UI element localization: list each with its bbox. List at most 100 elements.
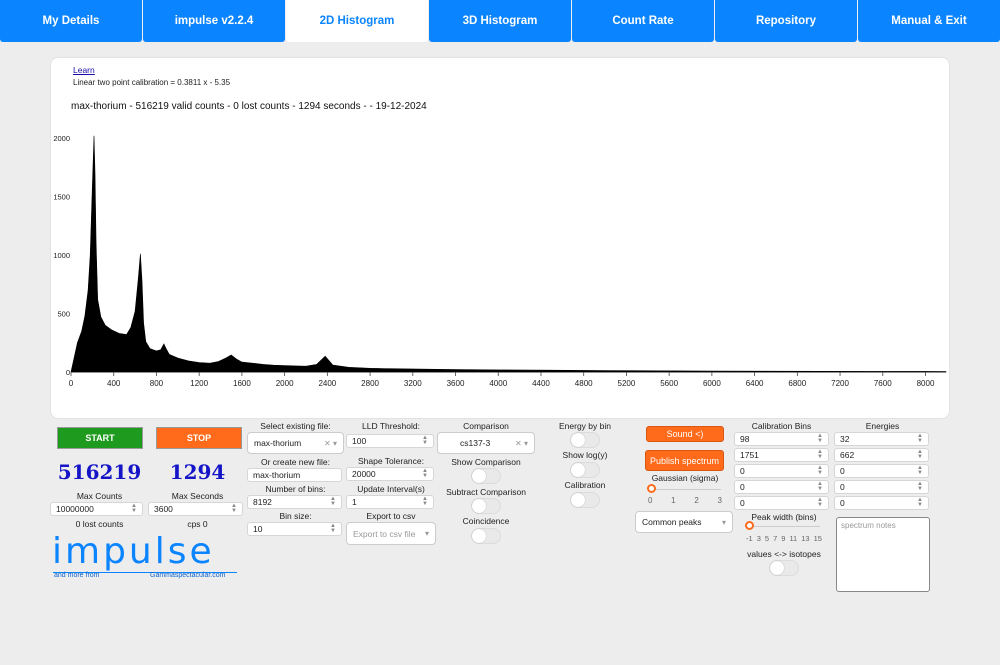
stepper-icon[interactable]: ▲ ▼ — [330, 496, 336, 507]
peak-width-ticks: -1 3 5 7 9 11 13 15 — [746, 534, 822, 543]
x-tick-label: 4000 — [489, 379, 507, 388]
common-peaks-value: Common peaks — [642, 517, 702, 527]
start-button[interactable]: START — [57, 427, 143, 449]
calibration-bin-input[interactable]: 1751 ▲ ▼ — [734, 448, 829, 462]
energy-input[interactable]: 0 ▲ ▼ — [834, 496, 929, 510]
cps-label: cps 0 — [187, 519, 208, 529]
tab-manual-exit[interactable]: Manual & Exit — [858, 0, 1000, 42]
tab-impulse-version[interactable]: impulse v2.2.4 — [143, 0, 285, 42]
stepper-icon[interactable]: ▲ ▼ — [422, 496, 428, 507]
stepper-icon[interactable]: ▲ ▼ — [231, 503, 237, 514]
coincidence-toggle[interactable] — [471, 528, 501, 544]
peak-width-slider-handle[interactable] — [745, 521, 754, 530]
common-peaks-dropdown[interactable]: Common peaks ▾ — [635, 511, 733, 533]
x-tick-label: 4400 — [532, 379, 550, 388]
max-counts-input[interactable]: 10000000 ▲ ▼ — [50, 502, 143, 516]
logo-subtitle-right[interactable]: Gammaspectacular.com — [150, 572, 225, 579]
stepper-icon[interactable]: ▲ ▼ — [817, 449, 823, 460]
calibration-bin-input[interactable]: 0 ▲ ▼ — [734, 496, 829, 510]
stepper-icon[interactable]: ▲ ▼ — [817, 497, 823, 508]
show-log-toggle[interactable] — [570, 462, 600, 478]
impulse-logo: impulse — [52, 531, 215, 572]
gaussian-sigma-label: Gaussian (sigma) — [651, 473, 719, 483]
stepper-icon[interactable]: ▲ ▼ — [422, 468, 428, 479]
max-counts-label: Max Counts — [76, 491, 123, 501]
tab-repository[interactable]: Repository — [715, 0, 857, 42]
calibration-toggle[interactable] — [570, 492, 600, 508]
x-tick-label: 2800 — [361, 379, 379, 388]
histogram-plot[interactable]: 0 400 800 1200 1600 2000 2400 2800 3200 3600 4000 4… — [51, 118, 951, 420]
show-comparison-label: Show Comparison — [451, 457, 521, 467]
calibration-bin-value: 98 — [740, 434, 750, 444]
new-file-value: max-thorium — [253, 470, 301, 480]
x-tick-label: 5600 — [660, 379, 678, 388]
shape-tolerance-input[interactable]: 20000 ▲ ▼ — [346, 467, 434, 481]
sound-button[interactable]: Sound <) — [646, 426, 724, 442]
stepper-icon[interactable]: ▲ ▼ — [917, 433, 923, 444]
update-interval-input[interactable]: 1 ▲ ▼ — [346, 495, 434, 509]
x-tick-label: 400 — [107, 379, 121, 388]
update-interval-label: Update Interval(s) — [357, 484, 425, 494]
peak-width-tick: 5 — [764, 534, 770, 543]
calibration-bin-input[interactable]: 0 ▲ ▼ — [734, 480, 829, 494]
stepper-icon[interactable]: ▲ ▼ — [422, 435, 428, 446]
tab-3d-histogram[interactable]: 3D Histogram — [429, 0, 571, 42]
number-of-bins-label: Number of bins: — [265, 484, 326, 494]
calibration-bin-value: 1751 — [740, 450, 759, 460]
stepper-icon[interactable]: ▲ ▼ — [817, 433, 823, 444]
subtract-comparison-toggle[interactable] — [471, 498, 501, 514]
energy-input[interactable]: 0 ▲ ▼ — [834, 464, 929, 478]
elapsed-seconds-display: 1294 — [169, 460, 226, 484]
stepper-icon[interactable]: ▲ ▼ — [917, 497, 923, 508]
clear-and-chevron-icon[interactable]: ✕ ▾ — [324, 439, 337, 448]
shape-tolerance-value: 20000 — [352, 469, 376, 479]
energy-by-bin-toggle[interactable] — [570, 432, 600, 448]
max-seconds-input[interactable]: 3600 ▲ ▼ — [148, 502, 243, 516]
show-log-label: Show log(y) — [562, 450, 608, 460]
stepper-icon[interactable]: ▲ ▼ — [131, 503, 137, 514]
bin-size-value: 10 — [253, 524, 263, 534]
gaussian-tick: 0 — [648, 496, 653, 505]
stepper-icon[interactable]: ▲ ▼ — [817, 465, 823, 476]
bin-size-input[interactable]: 10 ▲ ▼ — [247, 522, 342, 536]
tab-count-rate[interactable]: Count Rate — [572, 0, 714, 42]
energy-by-bin-label: Energy by bin — [559, 421, 611, 431]
tab-2d-histogram[interactable]: 2D Histogram — [286, 0, 428, 42]
stepper-icon[interactable]: ▲ ▼ — [917, 481, 923, 492]
stepper-icon[interactable]: ▲ ▼ — [917, 449, 923, 460]
new-file-input[interactable]: max-thorium — [247, 468, 342, 482]
lld-threshold-input[interactable]: 100 ▲ ▼ — [346, 434, 434, 448]
calibration-bin-value: 0 — [740, 482, 745, 492]
spectrum-notes-textarea[interactable]: spectrum notes — [836, 517, 930, 592]
energy-input[interactable]: 0 ▲ ▼ — [834, 480, 929, 494]
calibration-bin-input[interactable]: 98 ▲ ▼ — [734, 432, 829, 446]
stepper-icon[interactable]: ▲ ▼ — [817, 481, 823, 492]
number-of-bins-input[interactable]: 8192 ▲ ▼ — [247, 495, 342, 509]
energy-value: 662 — [840, 450, 855, 460]
stop-button[interactable]: STOP — [156, 427, 242, 449]
export-csv-dropdown[interactable]: Export to csv file ▾ — [346, 522, 436, 545]
gaussian-slider-track[interactable] — [651, 489, 721, 490]
calibration-bin-input[interactable]: 0 ▲ ▼ — [734, 464, 829, 478]
select-file-dropdown[interactable]: max-thorium ✕ ▾ — [247, 432, 344, 454]
energy-input[interactable]: 32 ▲ ▼ — [834, 432, 929, 446]
comparison-value: cs137-3 — [460, 438, 491, 448]
energy-input[interactable]: 662 ▲ ▼ — [834, 448, 929, 462]
learn-link[interactable]: Learn — [73, 65, 95, 75]
bin-size-label: Bin size: — [279, 511, 312, 521]
stepper-icon[interactable]: ▲ ▼ — [330, 523, 336, 534]
chevron-down-icon[interactable]: ▾ — [425, 529, 429, 538]
comparison-dropdown[interactable]: cs137-3 ✕ ▾ — [437, 432, 535, 454]
show-comparison-toggle[interactable] — [471, 468, 501, 484]
tab-my-details[interactable]: My Details — [0, 0, 142, 42]
select-file-label: Select existing file: — [260, 421, 331, 431]
stepper-icon[interactable]: ▲ ▼ — [917, 465, 923, 476]
chevron-down-icon[interactable]: ▾ — [722, 518, 726, 527]
values-isotopes-toggle[interactable] — [769, 560, 799, 576]
gaussian-slider-handle[interactable] — [647, 484, 656, 493]
energy-value: 32 — [840, 434, 850, 444]
y-tick-label: 0 — [66, 368, 70, 377]
peak-width-slider-track[interactable] — [750, 526, 820, 527]
clear-and-chevron-icon[interactable]: ✕ ▾ — [515, 439, 528, 448]
publish-spectrum-button[interactable]: Publish spectrum — [645, 450, 724, 471]
